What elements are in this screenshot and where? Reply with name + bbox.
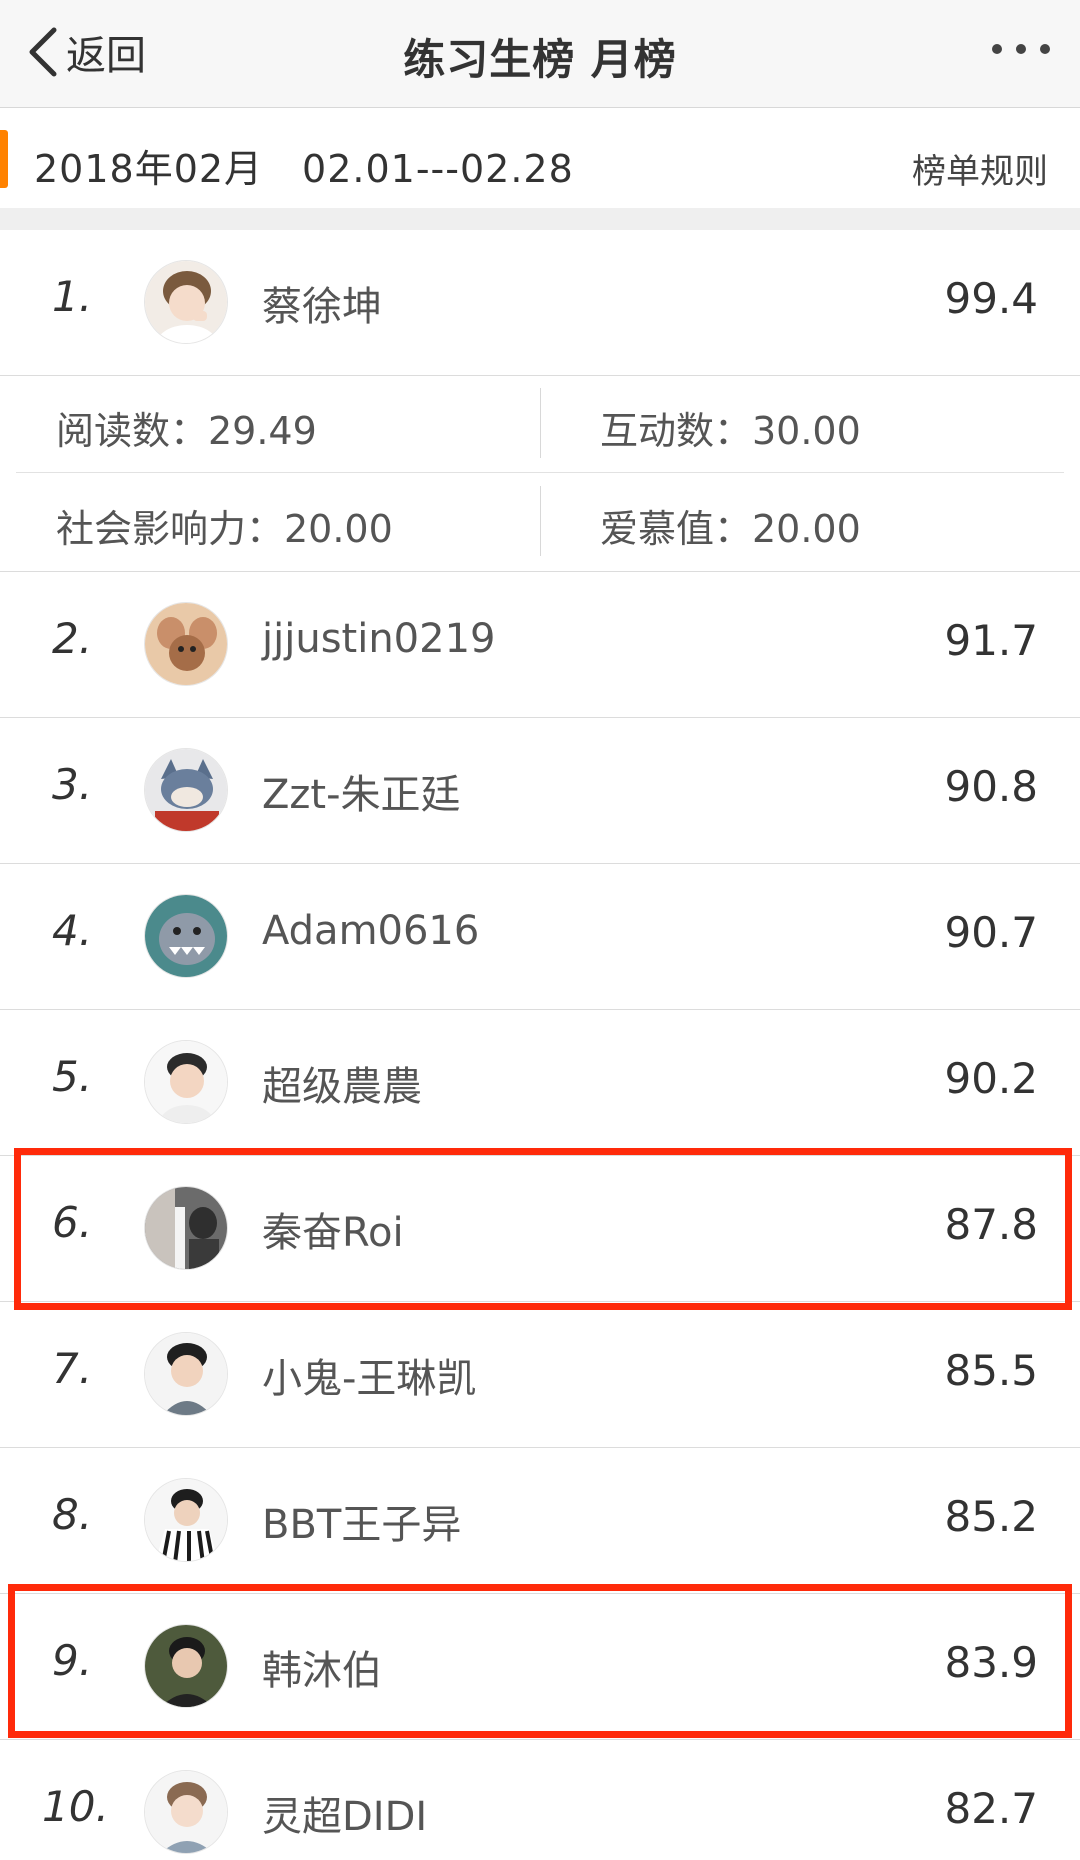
score: 85.2 — [944, 1492, 1038, 1541]
user-name[interactable]: Adam0616 — [262, 908, 479, 954]
score: 91.7 — [944, 616, 1038, 665]
user-name[interactable]: BBT王子异 — [262, 1492, 461, 1550]
reads-stat: 阅读数：29.49 — [56, 409, 317, 453]
rank-number: 3. — [52, 760, 93, 809]
period-header: 2018年02月 02.01---02.28 榜单规则 — [0, 108, 1080, 208]
interactions-stat: 互动数：30.00 — [600, 409, 861, 453]
rules-link[interactable]: 榜单规则 — [912, 144, 1048, 193]
rank-number: 4. — [52, 906, 93, 955]
user-name[interactable]: 小鬼-王琳凯 — [262, 1346, 476, 1404]
affection-stat: 爱慕值：20.00 — [600, 507, 861, 551]
avatar[interactable] — [144, 1332, 228, 1416]
rank-number: 8. — [52, 1490, 93, 1539]
score: 99.4 — [944, 274, 1038, 323]
avatar[interactable] — [144, 894, 228, 978]
ranking-row[interactable]: 2. jjjustin0219 91.7 — [0, 572, 1080, 718]
rank-number: 10. — [42, 1782, 109, 1831]
score: 90.2 — [944, 1054, 1038, 1103]
avatar[interactable] — [144, 602, 228, 686]
score: 90.7 — [944, 908, 1038, 957]
page-title: 练习生榜 月榜 — [403, 35, 677, 84]
avatar[interactable] — [144, 748, 228, 832]
rank-number: 1. — [52, 272, 93, 321]
more-options-icon[interactable] — [992, 44, 1050, 54]
user-name[interactable]: jjjustin0219 — [262, 616, 495, 662]
highlight-box — [14, 1148, 1072, 1310]
ranking-row[interactable]: 10. 灵超DIDI 82.7 — [0, 1740, 1080, 1860]
score: 82.7 — [944, 1784, 1038, 1833]
user-name[interactable]: 蔡徐坤 — [262, 274, 382, 332]
rank-number: 7. — [52, 1344, 93, 1393]
avatar[interactable] — [144, 260, 228, 344]
stats-divider — [540, 486, 541, 556]
user-name[interactable]: Zzt-朱正廷 — [262, 762, 461, 820]
highlight-box — [8, 1584, 1072, 1738]
ranking-row[interactable]: 4. Adam0616 90.7 — [0, 864, 1080, 1010]
avatar[interactable] — [144, 1478, 228, 1562]
rank-number: 2. — [52, 614, 93, 663]
ranking-row[interactable]: 3. Zzt-朱正廷 90.8 — [0, 718, 1080, 864]
nav-bar: 返回 练习生榜 月榜 — [0, 0, 1080, 108]
user-name[interactable]: 超级農農 — [262, 1054, 422, 1112]
ranking-row[interactable]: 1. 蔡徐坤 99.4 — [0, 230, 1080, 376]
score: 85.5 — [944, 1346, 1038, 1395]
ranking-row[interactable]: 5. 超级農農 90.2 — [0, 1010, 1080, 1156]
stats-divider — [540, 388, 541, 458]
ranking-row[interactable]: 7. 小鬼-王琳凯 85.5 — [0, 1302, 1080, 1448]
stats-divider — [16, 472, 1064, 473]
user-name[interactable]: 灵超DIDI — [262, 1784, 427, 1842]
period-label: 2018年02月 02.01---02.28 — [34, 147, 574, 191]
accent-bar — [0, 130, 8, 188]
avatar[interactable] — [144, 1040, 228, 1124]
section-divider — [0, 208, 1080, 230]
avatar[interactable] — [144, 1770, 228, 1854]
stats-panel: 阅读数：29.49 互动数：30.00 社会影响力：20.00 爱慕值：20.0… — [0, 374, 1080, 572]
ranking-row[interactable]: 8. BBT王子异 85.2 — [0, 1448, 1080, 1594]
rank-number: 5. — [52, 1052, 93, 1101]
score: 90.8 — [944, 762, 1038, 811]
influence-stat: 社会影响力：20.00 — [56, 507, 393, 551]
